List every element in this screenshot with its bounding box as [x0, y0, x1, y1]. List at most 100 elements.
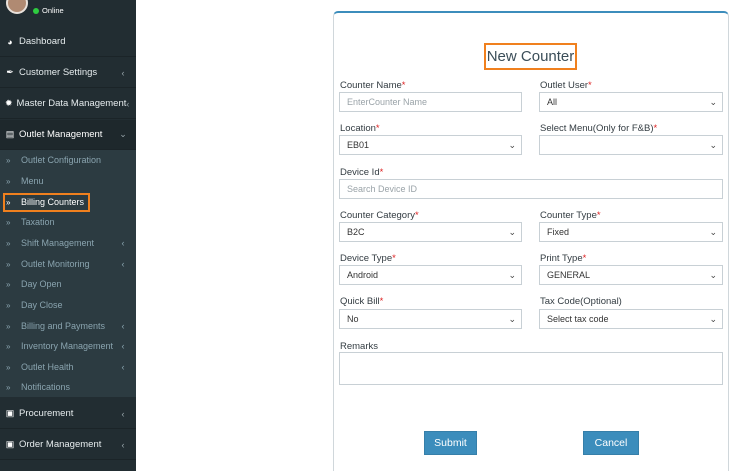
chevron-down-icon: ⌄ [119, 129, 127, 139]
submenu-item-inventory-management[interactable]: » Inventory Management ‹ [0, 336, 136, 356]
counter-name-input[interactable]: EnterCounter Name [339, 92, 522, 112]
counter-category-value: B2C [347, 227, 365, 237]
chevron-left-icon: ‹ [121, 362, 125, 372]
double-chevron-right-icon: » [6, 155, 11, 165]
device-id-placeholder: Search Device ID [347, 184, 418, 194]
print-type-value: GENERAL [547, 270, 591, 280]
location-value: EB01 [347, 140, 370, 150]
submenu-item-notifications[interactable]: » Notifications [0, 377, 136, 397]
chevron-down-icon: ⌄ [508, 270, 516, 280]
tax-code-label: Tax Code(Optional) [540, 296, 622, 307]
double-chevron-right-icon: » [6, 279, 11, 289]
chevron-left-icon: ‹ [121, 259, 125, 269]
remarks-textarea[interactable] [339, 352, 723, 385]
submenu-item-label: Outlet Monitoring [21, 259, 90, 269]
outlet-management-submenu: » Outlet Configuration » Menu » Billing … [0, 150, 136, 397]
avatar[interactable] [6, 0, 28, 14]
double-chevron-right-icon: » [6, 217, 11, 227]
quick-bill-label: Quick Bill* [340, 296, 384, 307]
submenu-item-menu[interactable]: » Menu [0, 171, 136, 191]
submenu-item-outlet-monitoring[interactable]: » Outlet Monitoring ‹ [0, 254, 136, 274]
double-chevron-right-icon: » [6, 238, 11, 248]
chevron-down-icon: ⌄ [709, 227, 717, 237]
double-chevron-right-icon: » [6, 341, 11, 351]
select-menu-select[interactable]: ⌄ [539, 135, 723, 155]
outlet-user-select[interactable]: All ⌄ [539, 92, 723, 112]
print-type-label: Print Type* [540, 253, 587, 264]
tax-code-select[interactable]: Select tax code ⌄ [539, 309, 723, 329]
location-label: Location* [340, 123, 380, 134]
chevron-down-icon: ⌄ [709, 270, 717, 280]
chevron-left-icon: ‹ [121, 341, 125, 351]
cancel-button[interactable]: Cancel [583, 431, 639, 455]
sidebar-item-label: Dashboard [19, 36, 66, 47]
submenu-item-label: Shift Management [21, 238, 95, 248]
submit-button[interactable]: Submit [424, 431, 477, 455]
submenu-item-outlet-health[interactable]: » Outlet Health ‹ [0, 357, 136, 377]
cart-icon: ▣ [5, 439, 15, 449]
double-chevron-right-icon: » [6, 176, 11, 186]
location-select[interactable]: EB01 ⌄ [339, 135, 522, 155]
chevron-left-icon: ‹ [121, 439, 125, 450]
outlet-user-value: All [547, 97, 558, 107]
active-item-highlight [3, 193, 90, 212]
online-status-text: Online [42, 6, 64, 15]
submenu-item-shift-management[interactable]: » Shift Management ‹ [0, 233, 136, 253]
submenu-item-label: Billing and Payments [21, 321, 106, 331]
double-chevron-right-icon: » [6, 382, 11, 392]
chevron-down-icon: ⌄ [508, 140, 516, 150]
submenu-item-day-close[interactable]: » Day Close [0, 295, 136, 315]
chevron-left-icon: ‹ [121, 238, 125, 248]
device-type-select[interactable]: Android ⌄ [339, 265, 522, 285]
online-status-icon [33, 8, 39, 14]
wrench-icon: ✒ [6, 67, 14, 77]
quick-bill-select[interactable]: No ⌄ [339, 309, 522, 329]
sidebar-item-procurement[interactable]: ▣ Procurement ‹ [0, 399, 136, 429]
quick-bill-value: No [347, 314, 359, 324]
sidebar-item-label: Customer Settings [19, 67, 98, 78]
sidebar-item-dashboard[interactable]: ◕ Dashboard [0, 27, 136, 57]
chevron-down-icon: ⌄ [508, 227, 516, 237]
device-type-value: Android [347, 270, 379, 280]
sidebar-item-customer-settings[interactable]: ✒ Customer Settings ‹ [0, 58, 136, 88]
double-chevron-right-icon: » [6, 259, 11, 269]
sidebar-item-label: Outlet Management [19, 129, 103, 140]
submenu-item-label: Notifications [21, 382, 71, 392]
chevron-left-icon: ‹ [121, 321, 125, 331]
submenu-item-outlet-configuration[interactable]: » Outlet Configuration [0, 150, 136, 170]
device-id-label: Device Id* [340, 167, 384, 178]
double-chevron-right-icon: » [6, 321, 11, 331]
dashboard-icon: ◕ [7, 36, 13, 47]
app-root: Online ◕ Dashboard ✒ Customer Settings ‹… [0, 0, 738, 471]
counter-name-label: Counter Name* [340, 80, 406, 91]
tax-code-value: Select tax code [547, 314, 609, 324]
chevron-down-icon: ⌄ [709, 140, 717, 150]
counter-category-select[interactable]: B2C ⌄ [339, 222, 522, 242]
submenu-item-label: Day Close [21, 300, 63, 310]
counter-type-select[interactable]: Fixed ⌄ [539, 222, 723, 242]
chevron-left-icon: ‹ [126, 98, 130, 109]
sidebar: Online ◕ Dashboard ✒ Customer Settings ‹… [0, 0, 136, 471]
submenu-item-label: Outlet Health [21, 362, 74, 372]
page-title: New Counter [484, 43, 577, 70]
submenu-item-label: Inventory Management [21, 341, 114, 351]
sidebar-item-label: Master Data Management [16, 98, 127, 109]
submenu-item-taxation[interactable]: » Taxation [0, 212, 136, 232]
device-id-search-input[interactable]: Search Device ID [339, 179, 723, 199]
double-chevron-right-icon: » [6, 362, 11, 372]
select-menu-label: Select Menu(Only for F&B)* [540, 123, 658, 134]
print-type-select[interactable]: GENERAL ⌄ [539, 265, 723, 285]
submenu-item-billing-and-payments[interactable]: » Billing and Payments ‹ [0, 316, 136, 336]
double-chevron-right-icon: » [6, 300, 11, 310]
chevron-down-icon: ⌄ [709, 97, 717, 107]
sidebar-item-label: Order Management [19, 439, 102, 450]
sidebar-item-master-data-management[interactable]: ✹ Master Data Management ‹ [0, 89, 136, 119]
submenu-item-day-open[interactable]: » Day Open [0, 274, 136, 294]
sidebar-item-order-management[interactable]: ▣ Order Management ‹ [0, 430, 136, 460]
counter-category-label: Counter Category* [340, 210, 419, 221]
submenu-item-label: Menu [21, 176, 44, 186]
remarks-label: Remarks [340, 341, 379, 352]
submenu-item-label: Taxation [21, 217, 55, 227]
sidebar-item-outlet-management[interactable]: ▤ Outlet Management ⌄ [0, 120, 136, 150]
chevron-down-icon: ⌄ [709, 314, 717, 324]
